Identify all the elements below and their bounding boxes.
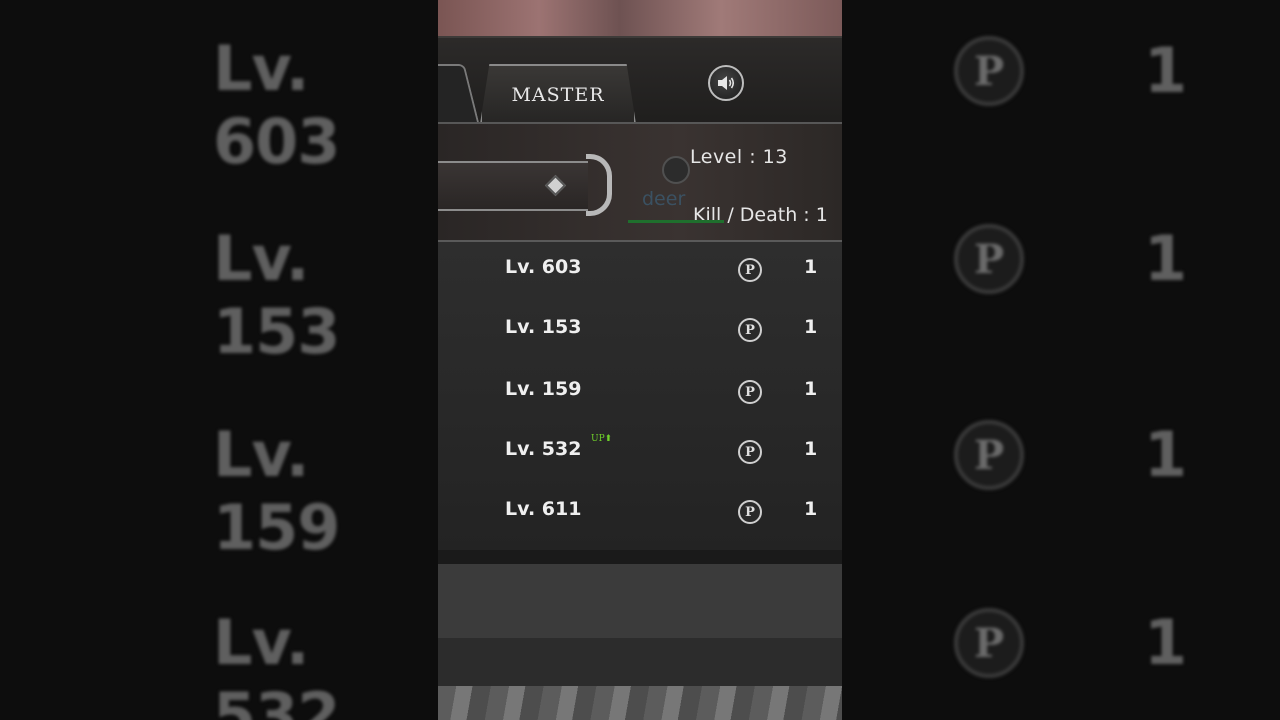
blurred-count-text: 1 xyxy=(1144,222,1188,295)
list-item[interactable]: Lv. 611 P 1 xyxy=(438,484,842,544)
blurred-background-right: P 1 P 1 P 1 P 1 xyxy=(842,0,1280,720)
list-item[interactable]: Lv. 603 P 1 xyxy=(438,242,842,302)
currency-p-icon: P xyxy=(738,440,762,464)
blurred-level-text: Lv. 603 xyxy=(213,32,340,178)
currency-p-icon: P xyxy=(738,258,762,282)
blurred-coin-icon: P xyxy=(954,420,1024,490)
blurred-coin-icon: P xyxy=(954,36,1024,106)
row-level: Lv. 603 xyxy=(505,256,582,278)
tab-master[interactable]: MASTER xyxy=(480,64,636,124)
speaker-icon xyxy=(718,76,735,90)
tab-master-label: MASTER xyxy=(511,84,605,106)
player-level: Level : 13 xyxy=(690,146,788,168)
list-item[interactable]: Lv. 532 UP⬆ P 1 xyxy=(438,424,842,484)
level-up-badge: UP⬆ xyxy=(591,434,613,444)
blurred-coin-icon: P xyxy=(954,224,1024,294)
sound-button[interactable] xyxy=(708,65,744,101)
list-bottom-border xyxy=(438,550,842,564)
tab-previous[interactable] xyxy=(438,64,480,124)
currency-p-icon: P xyxy=(738,500,762,524)
row-level: Lv. 611 xyxy=(505,498,582,520)
currency-p-icon: P xyxy=(738,380,762,404)
row-count: 1 xyxy=(804,438,818,460)
player-profile: Level : 13 deer Kill / Death : 1 xyxy=(438,124,842,240)
list-item[interactable]: Lv. 153 P 1 xyxy=(438,302,842,362)
row-count: 1 xyxy=(804,378,818,400)
blurred-level-text: Lv. 532 xyxy=(213,606,340,720)
blurred-count-text: 1 xyxy=(1144,34,1188,107)
currency-p-icon: P xyxy=(738,318,762,342)
tab-bar: MASTER xyxy=(438,36,842,126)
top-background-texture xyxy=(438,0,842,36)
blurred-level-text: Lv. 159 xyxy=(213,418,340,564)
exp-bar xyxy=(628,220,724,223)
game-screen: MASTER Level : 13 deer Kill / Death : 1 … xyxy=(438,0,842,720)
blurred-background-left: Lv. 603 Lv. 153 Lv. 159 Lv. 532 xyxy=(0,0,438,720)
footer-panel xyxy=(438,564,842,638)
row-count: 1 xyxy=(804,316,818,338)
footer-shadow xyxy=(438,638,842,686)
row-level: Lv. 159 xyxy=(505,378,582,400)
rank-emblem-icon xyxy=(662,156,690,184)
row-level: Lv. 532 xyxy=(505,438,582,460)
blurred-level-text: Lv. 153 xyxy=(213,222,340,368)
row-level: Lv. 153 xyxy=(505,316,582,338)
bracket-ornament xyxy=(586,154,612,216)
row-count: 1 xyxy=(804,498,818,520)
blurred-coin-icon: P xyxy=(954,608,1024,678)
player-name: deer xyxy=(642,188,686,210)
stone-floor-texture xyxy=(438,686,842,720)
blurred-count-text: 1 xyxy=(1144,606,1188,679)
ranking-list: Lv. 603 P 1 Lv. 153 P 1 Lv. 159 P 1 Lv. … xyxy=(438,240,842,552)
blurred-count-text: 1 xyxy=(1144,418,1188,491)
row-count: 1 xyxy=(804,256,818,278)
list-item[interactable]: Lv. 159 P 1 xyxy=(438,364,842,424)
